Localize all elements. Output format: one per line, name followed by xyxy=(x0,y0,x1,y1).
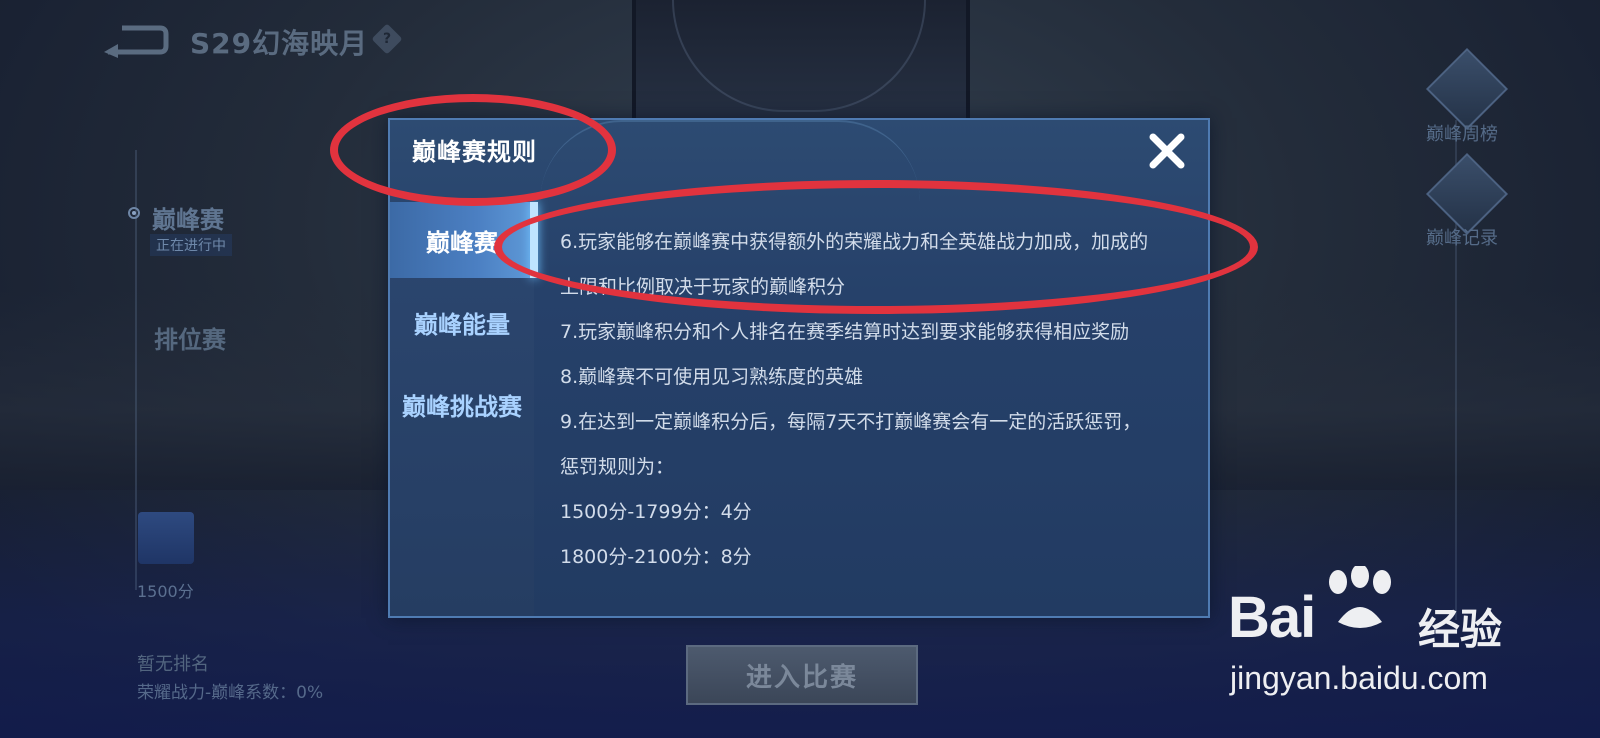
sidebar-item-ranked[interactable]: 排位赛 xyxy=(154,320,226,355)
rank-status: 暂无排名 xyxy=(137,654,209,675)
honor-coefficient: 荣耀战力-巅峰系数：0% xyxy=(137,683,324,703)
rule-line: 9.在达到一定巅峰积分后，每隔7天不打巅峰赛会有一定的活跃惩罚， xyxy=(560,411,1142,433)
rule-line: 惩罚规则为： xyxy=(560,456,675,478)
annotation-ellipse-rule xyxy=(494,180,1258,314)
rule-line: 8.巅峰赛不可使用见习熟练度的英雄 xyxy=(560,366,864,388)
rule-line: 1800分-2100分：8分 xyxy=(560,546,752,568)
watermark-url: jingyan.baidu.com xyxy=(1230,660,1488,696)
rule-line: 7.玩家巅峰积分和个人排名在赛季结算时达到要求能够获得相应奖励 xyxy=(560,321,1130,343)
enter-match-button[interactable]: 进入比赛 xyxy=(686,645,918,705)
baidu-watermark-logo: Bai xyxy=(1228,585,1316,650)
peak-status-badge: 正在进行中 xyxy=(150,234,232,256)
close-icon xyxy=(1149,133,1185,169)
sidebar-item-peak[interactable]: 巅峰赛 xyxy=(152,200,224,235)
paw-icon xyxy=(1329,566,1391,628)
watermark-jingyan: 经验 xyxy=(1418,605,1503,654)
peak-score: 1500分 xyxy=(137,582,194,601)
peak-record-label[interactable]: 巅峰记录 xyxy=(1426,224,1498,250)
rank-badge-icon xyxy=(138,512,194,564)
mode-indicator-dot xyxy=(128,207,140,219)
tab-peak-energy[interactable]: 巅峰能量 xyxy=(390,284,534,360)
rule-line: 1500分-1799分：4分 xyxy=(560,501,752,523)
back-arrow-icon[interactable] xyxy=(100,22,170,58)
close-button[interactable] xyxy=(1142,126,1192,176)
weekly-ranking-label[interactable]: 巅峰周榜 xyxy=(1426,120,1498,146)
tab-peak-challenge[interactable]: 巅峰挑战赛 xyxy=(390,366,534,442)
annotation-ellipse-title xyxy=(330,94,616,206)
season-title: S29幻海映月 xyxy=(190,27,369,60)
help-icon[interactable]: ? xyxy=(371,23,403,55)
